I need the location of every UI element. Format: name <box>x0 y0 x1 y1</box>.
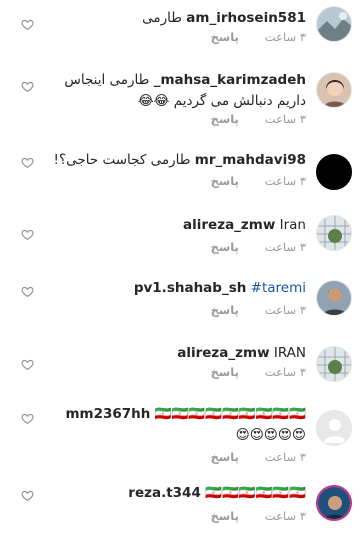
reply-button[interactable]: پاسخ <box>211 509 239 523</box>
comment-body: reza.t344 🇮🇷🇮🇷🇮🇷🇮🇷🇮🇷🇮🇷 <box>36 483 306 504</box>
reply-button[interactable]: پاسخ <box>211 112 239 126</box>
comment-meta: ۳ ساعت پاسخ <box>211 303 306 317</box>
comment-username[interactable]: pv1.shahab_sh <box>134 280 247 296</box>
avatar[interactable] <box>316 154 352 190</box>
comment-username[interactable]: alireza_zmw <box>177 345 269 361</box>
comment-username[interactable]: reza.t344 <box>128 485 201 501</box>
heart-icon[interactable] <box>21 489 34 502</box>
comment-username[interactable]: alireza_zmw <box>183 217 275 233</box>
comment-meta: ۳ ساعت پاسخ <box>211 240 306 254</box>
comment-item: mm2367hh 🇮🇷🇮🇷🇮🇷🇮🇷🇮🇷🇮🇷🇮🇷🇮🇷🇮🇷 😍😍😍😍😍 ۳ ساعت… <box>0 406 360 482</box>
reply-button[interactable]: پاسخ <box>211 450 239 464</box>
comment-username[interactable]: mm2367hh <box>65 406 150 422</box>
comment-emoji: 😍😍😍😍😍 <box>235 427 306 443</box>
comment-text: Iran <box>279 217 306 233</box>
comment-meta: ۳ ساعت پاسخ <box>211 112 306 126</box>
comment-time: ۳ ساعت <box>264 303 306 317</box>
heart-icon[interactable] <box>21 18 34 31</box>
avatar[interactable] <box>316 346 352 382</box>
comment-time: ۳ ساعت <box>264 450 306 464</box>
heart-icon[interactable] <box>21 80 34 93</box>
comment-time: ۳ ساعت <box>264 509 306 523</box>
comment-text: IRAN <box>273 345 306 361</box>
comment-username[interactable]: mr_mahdavi98 <box>195 152 306 168</box>
comment-text: طارمی کجاست حاجی؟! <box>53 152 191 168</box>
avatar[interactable] <box>316 410 352 446</box>
comment-text: 🇮🇷🇮🇷🇮🇷🇮🇷🇮🇷🇮🇷 <box>205 485 306 501</box>
comment-meta: ۳ ساعت پاسخ <box>211 30 306 44</box>
avatar[interactable] <box>316 72 352 108</box>
comment-time: ۳ ساعت <box>264 30 306 44</box>
comment-username[interactable]: mahsa_karimzadeh_ <box>154 72 306 88</box>
reply-button[interactable]: پاسخ <box>211 303 239 317</box>
reply-button[interactable]: پاسخ <box>211 365 239 379</box>
comment-meta: ۳ ساعت پاسخ <box>211 365 306 379</box>
comment-time: ۳ ساعت <box>264 112 306 126</box>
comment-time: ۳ ساعت <box>264 240 306 254</box>
comment-body: pv1.shahab_sh #taremi <box>36 278 306 299</box>
comment-body: am_irhosein581 طارمی <box>36 8 306 29</box>
avatar[interactable] <box>316 6 352 42</box>
comment-meta: ۳ ساعت پاسخ <box>211 174 306 188</box>
comment-time: ۳ ساعت <box>264 174 306 188</box>
heart-icon[interactable] <box>21 228 34 241</box>
comment-username[interactable]: am_irhosein581 <box>186 10 306 26</box>
avatar[interactable] <box>316 485 352 521</box>
reply-button[interactable]: پاسخ <box>211 174 239 188</box>
reply-button[interactable]: پاسخ <box>211 240 239 254</box>
comment-body: mr_mahdavi98 طارمی کجاست حاجی؟! <box>36 150 306 171</box>
reply-button[interactable]: پاسخ <box>211 30 239 44</box>
comment-meta: ۳ ساعت پاسخ <box>211 450 306 464</box>
comment-item: mahsa_karimzadeh_ طارمی اینجاس داریم دنب… <box>0 68 360 144</box>
avatar[interactable] <box>316 215 352 251</box>
heart-icon[interactable] <box>21 285 34 298</box>
hashtag-link[interactable]: #taremi <box>251 280 306 296</box>
comment-body: mahsa_karimzadeh_ طارمی اینجاس داریم دنب… <box>36 70 306 112</box>
heart-icon[interactable] <box>21 358 34 371</box>
comment-body: mm2367hh 🇮🇷🇮🇷🇮🇷🇮🇷🇮🇷🇮🇷🇮🇷🇮🇷🇮🇷 😍😍😍😍😍 <box>36 404 306 446</box>
comment-body: alireza_zmw Iran <box>36 215 306 236</box>
comment-time: ۳ ساعت <box>264 365 306 379</box>
comment-emoji: 😂😂 <box>137 93 170 109</box>
comment-list: am_irhosein581 طارمی ۳ ساعت پاسخ mahsa_k… <box>0 0 360 529</box>
avatar[interactable] <box>316 280 352 316</box>
comment-text: 🇮🇷🇮🇷🇮🇷🇮🇷🇮🇷🇮🇷🇮🇷🇮🇷🇮🇷 <box>154 406 306 422</box>
comment-item: reza.t344 🇮🇷🇮🇷🇮🇷🇮🇷🇮🇷🇮🇷 ۳ ساعت پاسخ <box>0 483 360 559</box>
comment-meta: ۳ ساعت پاسخ <box>211 509 306 523</box>
heart-icon[interactable] <box>21 412 34 425</box>
comment-text: طارمی <box>142 10 182 26</box>
heart-icon[interactable] <box>21 156 34 169</box>
comment-body: alireza_zmw IRAN <box>36 343 306 364</box>
